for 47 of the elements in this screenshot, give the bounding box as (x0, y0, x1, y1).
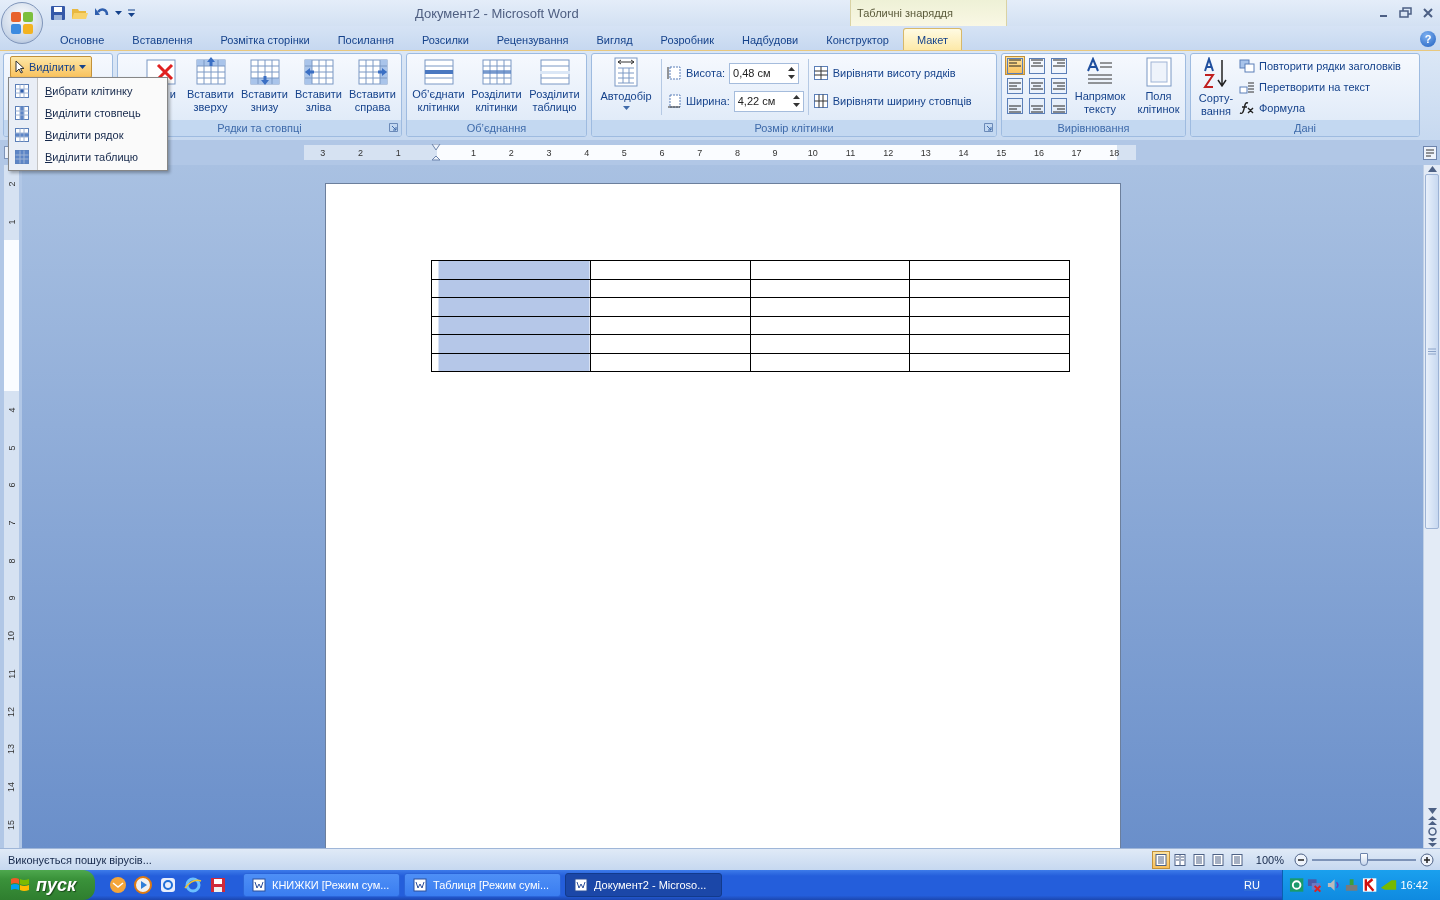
ruler-number: 12 (883, 147, 894, 158)
window-title: Документ2 - Microsoft Word (415, 5, 580, 21)
context-tab-group-header: Табличні знаряддя (850, 0, 1007, 26)
zoom-level: 100% (1255, 853, 1284, 866)
ruler-number: 8 (734, 147, 740, 158)
ruler-number: 9 (772, 147, 778, 158)
group-label: Розмір клітинки (754, 122, 834, 134)
ruler-number: 1 (395, 147, 401, 158)
ruler-number: 8 (6, 558, 17, 564)
ruler-number: 14 (958, 147, 969, 158)
ruler-number: 9 (6, 595, 17, 601)
ruler-number: 11 (845, 147, 856, 158)
ruler-number: 10 (807, 147, 818, 158)
status-message: Виконується пошук вірусів... (8, 853, 152, 866)
ruler-number: 11 (6, 669, 17, 679)
ruler-number: 10 (6, 631, 17, 642)
ruler-number: 4 (6, 407, 17, 413)
ruler-number: 6 (6, 482, 17, 488)
ruler-number: 1 (471, 147, 477, 158)
ruler-number: 17 (1071, 147, 1082, 158)
ruler-number: 2 (6, 181, 17, 187)
ruler-number: 18 (1109, 147, 1120, 158)
ruler-number: 3 (546, 147, 552, 158)
group-label: Рядки та стовпці (217, 122, 302, 134)
ruler-number: 6 (659, 147, 665, 158)
ruler-number: 13 (920, 147, 931, 158)
ruler-number: 2 (358, 147, 364, 158)
ruler-number: 14 (6, 781, 17, 792)
ruler-number: 7 (6, 520, 17, 526)
ruler-number: 16 (1033, 147, 1044, 158)
group-label: Вирівнювання (1057, 122, 1130, 134)
clock: 16:42 (1400, 879, 1429, 891)
ruler-number: 2 (508, 147, 514, 158)
group-label: Обʼєднання (466, 122, 527, 134)
group-label: Дані (1293, 122, 1317, 134)
field-label: Ширина: (686, 95, 730, 107)
ruler-number: 15 (6, 819, 17, 830)
ruler-number: 1 (6, 219, 17, 225)
ruler-number: 7 (697, 147, 703, 158)
ruler-number: 15 (996, 147, 1007, 158)
ruler-number: 5 (621, 147, 627, 158)
field-label: Висота: (686, 67, 726, 79)
ruler-number: 4 (584, 147, 590, 158)
ruler-number: 13 (6, 744, 17, 755)
ruler-number: 3 (320, 147, 326, 158)
ruler-number: 12 (6, 706, 17, 717)
ruler-number: 5 (6, 445, 17, 451)
